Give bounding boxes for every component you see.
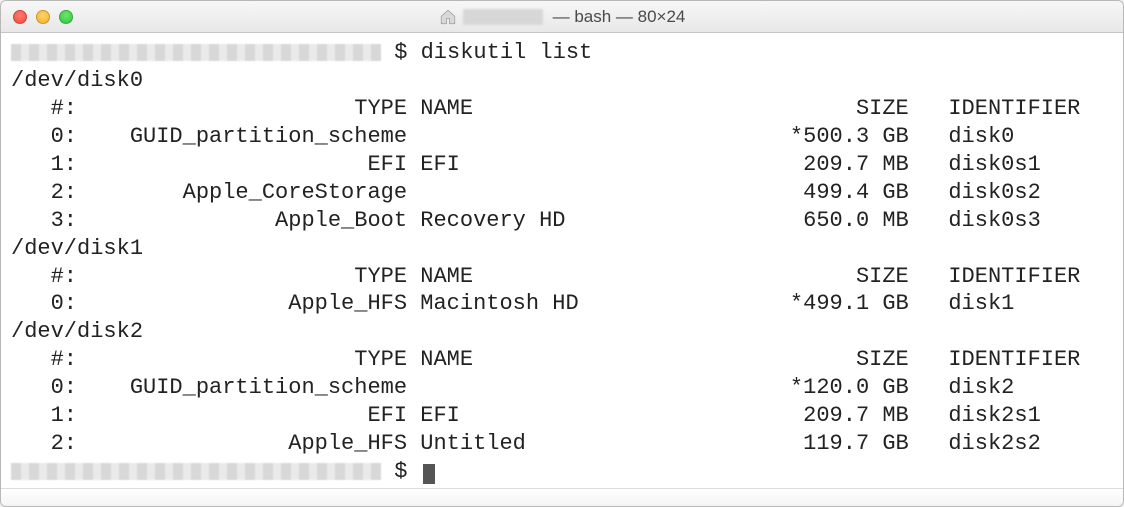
table-row: 2: Apple_HFS Untitled 119.7 GB disk2s2: [11, 430, 1113, 458]
traffic-lights: [1, 10, 73, 24]
home-icon: [439, 8, 457, 26]
terminal-window: — bash — 80×24 $ diskutil list/dev/disk0…: [0, 0, 1124, 507]
redacted-text: [11, 44, 381, 61]
device-path: /dev/disk2: [11, 318, 1113, 346]
table-row: 3: Apple_Boot Recovery HD 650.0 MB disk0…: [11, 207, 1113, 235]
table-header: #: TYPE NAME SIZE IDENTIFIER: [11, 346, 1113, 374]
table-header: #: TYPE NAME SIZE IDENTIFIER: [11, 263, 1113, 291]
minimize-icon[interactable]: [36, 10, 50, 24]
window-title: — bash — 80×24: [1, 7, 1123, 27]
table-row: 1: EFI EFI 209.7 MB disk2s1: [11, 402, 1113, 430]
window-title-text: — bash — 80×24: [553, 7, 686, 27]
titlebar[interactable]: — bash — 80×24: [1, 1, 1123, 33]
horizontal-scrollbar[interactable]: [1, 488, 1123, 506]
device-path: /dev/disk1: [11, 235, 1113, 263]
prompt-symbol: $: [394, 459, 407, 484]
prompt-line: $ diskutil list: [11, 39, 1113, 67]
prompt-symbol: $: [394, 40, 407, 65]
terminal-content[interactable]: $ diskutil list/dev/disk0 #: TYPE NAME S…: [1, 33, 1123, 488]
cursor: [423, 464, 435, 484]
table-row: 0: GUID_partition_scheme *120.0 GB disk2: [11, 374, 1113, 402]
prompt-line: $: [11, 458, 1113, 486]
table-row: 0: Apple_HFS Macintosh HD *499.1 GB disk…: [11, 290, 1113, 318]
table-row: 2: Apple_CoreStorage 499.4 GB disk0s2: [11, 179, 1113, 207]
prompt-command: diskutil list: [421, 40, 593, 65]
device-path: /dev/disk0: [11, 67, 1113, 95]
table-row: 1: EFI EFI 209.7 MB disk0s1: [11, 151, 1113, 179]
zoom-icon[interactable]: [59, 10, 73, 24]
table-row: 0: GUID_partition_scheme *500.3 GB disk0: [11, 123, 1113, 151]
table-header: #: TYPE NAME SIZE IDENTIFIER: [11, 95, 1113, 123]
redacted-username: [463, 9, 543, 25]
close-icon[interactable]: [13, 10, 27, 24]
redacted-text: [11, 463, 381, 480]
